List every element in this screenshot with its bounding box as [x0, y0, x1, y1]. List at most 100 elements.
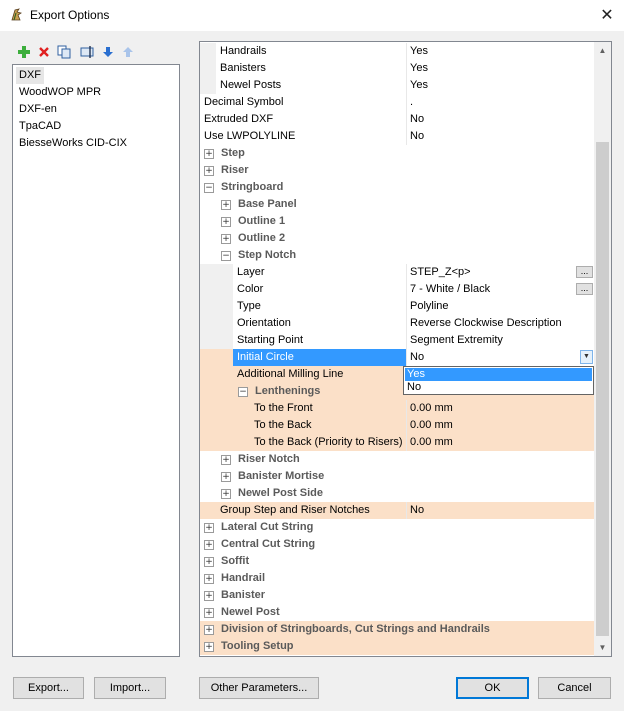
- grid-row-handrails[interactable]: Handrails Yes: [200, 43, 595, 60]
- expand-icon[interactable]: +: [204, 540, 214, 550]
- cancel-button[interactable]: Cancel: [538, 677, 611, 699]
- grid-category-outline-1[interactable]: + Outline 1: [200, 213, 595, 230]
- grid-category-banister[interactable]: + Banister: [200, 587, 595, 604]
- grid-category-division[interactable]: + Division of Stringboards, Cut Strings …: [200, 621, 595, 638]
- grid-row-initial-circle[interactable]: Initial Circle No ▼: [200, 349, 595, 366]
- grid-value[interactable]: 0.00 mm: [406, 434, 595, 451]
- grid-row-newel-posts[interactable]: Newel Posts Yes: [200, 77, 595, 94]
- copy-icon[interactable]: [57, 45, 71, 59]
- grid-value[interactable]: No: [406, 128, 595, 145]
- browse-button[interactable]: ...: [576, 283, 593, 295]
- option-yes[interactable]: Yes: [405, 368, 592, 381]
- grid-category-riser[interactable]: + Riser: [200, 162, 595, 179]
- expand-icon[interactable]: +: [221, 200, 231, 210]
- grid-category-base-panel[interactable]: + Base Panel: [200, 196, 595, 213]
- category-label: Outline 1: [238, 215, 286, 227]
- expand-icon[interactable]: +: [204, 608, 214, 618]
- format-list[interactable]: DXF WoodWOP MPR DXF-en TpaCAD BiesseWork…: [12, 64, 180, 657]
- expand-icon[interactable]: +: [221, 472, 231, 482]
- list-item-biesseworks[interactable]: BiesseWorks CID-CIX: [16, 135, 130, 152]
- grid-category-lateral-cut-string[interactable]: + Lateral Cut String: [200, 519, 595, 536]
- scroll-up-icon[interactable]: ▲: [594, 42, 611, 59]
- collapse-icon[interactable]: −: [204, 183, 214, 193]
- grid-value[interactable]: No: [406, 502, 595, 519]
- grid-category-soffit[interactable]: + Soffit: [200, 553, 595, 570]
- grid-value[interactable]: Segment Extremity: [406, 332, 595, 349]
- grid-row-to-the-back[interactable]: To the Back 0.00 mm: [200, 417, 595, 434]
- grid-row-banisters[interactable]: Banisters Yes: [200, 60, 595, 77]
- import-button[interactable]: Import...: [94, 677, 166, 699]
- grid-category-stringboard[interactable]: − Stringboard: [200, 179, 595, 196]
- grid-row-decimal-symbol[interactable]: Decimal Symbol .: [200, 94, 595, 111]
- delete-icon[interactable]: [37, 45, 51, 59]
- grid-row-orientation[interactable]: Orientation Reverse Clockwise Descriptio…: [200, 315, 595, 332]
- grid-label: Extruded DXF: [204, 113, 274, 125]
- expand-icon[interactable]: +: [204, 625, 214, 635]
- grid-category-newel-post[interactable]: + Newel Post: [200, 604, 595, 621]
- expand-icon[interactable]: +: [221, 489, 231, 499]
- list-item-tpacad[interactable]: TpaCAD: [16, 118, 64, 135]
- option-no[interactable]: No: [405, 381, 592, 394]
- list-item-dxf[interactable]: DXF: [16, 67, 44, 84]
- expand-icon[interactable]: +: [204, 591, 214, 601]
- scroll-thumb[interactable]: [596, 142, 609, 636]
- expand-icon[interactable]: +: [204, 557, 214, 567]
- expand-icon[interactable]: +: [221, 217, 231, 227]
- move-down-icon[interactable]: [101, 45, 115, 59]
- grid-value[interactable]: Yes: [406, 77, 595, 94]
- browse-button[interactable]: ...: [576, 266, 593, 278]
- scroll-down-icon[interactable]: ▼: [594, 639, 611, 656]
- grid-row-layer[interactable]: Layer STEP_Z<p> ...: [200, 264, 595, 281]
- grid-category-newel-post-side[interactable]: + Newel Post Side: [200, 485, 595, 502]
- grid-row-group-notches[interactable]: Group Step and Riser Notches No: [200, 502, 595, 519]
- grid-category-banister-mortise[interactable]: + Banister Mortise: [200, 468, 595, 485]
- list-item-woodwop-mpr[interactable]: WoodWOP MPR: [16, 84, 104, 101]
- other-parameters-button[interactable]: Other Parameters...: [199, 677, 319, 699]
- grid-value[interactable]: .: [406, 94, 595, 111]
- grid-value[interactable]: STEP_Z<p> ...: [406, 264, 595, 281]
- list-item-dxf-en[interactable]: DXF-en: [16, 101, 60, 118]
- grid-category-tooling-setup[interactable]: + Tooling Setup: [200, 638, 595, 655]
- grid-category-outline-2[interactable]: + Outline 2: [200, 230, 595, 247]
- expand-icon[interactable]: +: [204, 166, 214, 176]
- collapse-icon[interactable]: −: [221, 251, 231, 261]
- grid-value[interactable]: Polyline: [406, 298, 595, 315]
- grid-value[interactable]: No: [406, 111, 595, 128]
- expand-icon[interactable]: +: [221, 234, 231, 244]
- vertical-scrollbar[interactable]: ▲ ▼: [594, 42, 611, 656]
- close-button[interactable]: ✕: [590, 2, 624, 30]
- grid-value[interactable]: 0.00 mm: [406, 417, 595, 434]
- grid-category-handrail[interactable]: + Handrail: [200, 570, 595, 587]
- expand-icon[interactable]: +: [204, 523, 214, 533]
- grid-value[interactable]: 0.00 mm: [406, 400, 595, 417]
- expand-icon[interactable]: +: [204, 149, 214, 159]
- grid-row-starting-point[interactable]: Starting Point Segment Extremity: [200, 332, 595, 349]
- grid-value[interactable]: Yes: [406, 43, 595, 60]
- collapse-icon[interactable]: −: [238, 387, 248, 397]
- grid-category-step-notch[interactable]: − Step Notch: [200, 247, 595, 264]
- add-icon[interactable]: [17, 45, 31, 59]
- initial-circle-options[interactable]: Yes No: [403, 366, 594, 395]
- expand-icon[interactable]: +: [204, 574, 214, 584]
- grid-category-step[interactable]: + Step: [200, 145, 595, 162]
- chevron-down-icon[interactable]: ▼: [580, 350, 593, 364]
- grid-row-type[interactable]: Type Polyline: [200, 298, 595, 315]
- export-button[interactable]: Export...: [13, 677, 84, 699]
- grid-row-color[interactable]: Color 7 - White / Black ...: [200, 281, 595, 298]
- property-grid[interactable]: Handrails Yes Banisters Yes Newel Posts …: [199, 41, 612, 657]
- grid-row-extruded-dxf[interactable]: Extruded DXF No: [200, 111, 595, 128]
- initial-circle-dropdown[interactable]: No ▼: [406, 349, 595, 366]
- expand-icon[interactable]: +: [204, 642, 214, 652]
- grid-row-to-the-front[interactable]: To the Front 0.00 mm: [200, 400, 595, 417]
- grid-row-use-lwpolyline[interactable]: Use LWPOLYLINE No: [200, 128, 595, 145]
- rename-icon[interactable]: [80, 45, 94, 59]
- grid-value[interactable]: Yes: [406, 60, 595, 77]
- grid-category-riser-notch[interactable]: + Riser Notch: [200, 451, 595, 468]
- ok-button[interactable]: OK: [456, 677, 529, 699]
- expand-icon[interactable]: +: [221, 455, 231, 465]
- grid-value[interactable]: Reverse Clockwise Description: [406, 315, 595, 332]
- grid-category-central-cut-string[interactable]: + Central Cut String: [200, 536, 595, 553]
- grid-value[interactable]: 7 - White / Black ...: [406, 281, 595, 298]
- grid-row-to-the-back-priority[interactable]: To the Back (Priority to Risers) 0.00 mm: [200, 434, 595, 451]
- move-up-icon[interactable]: [121, 45, 135, 59]
